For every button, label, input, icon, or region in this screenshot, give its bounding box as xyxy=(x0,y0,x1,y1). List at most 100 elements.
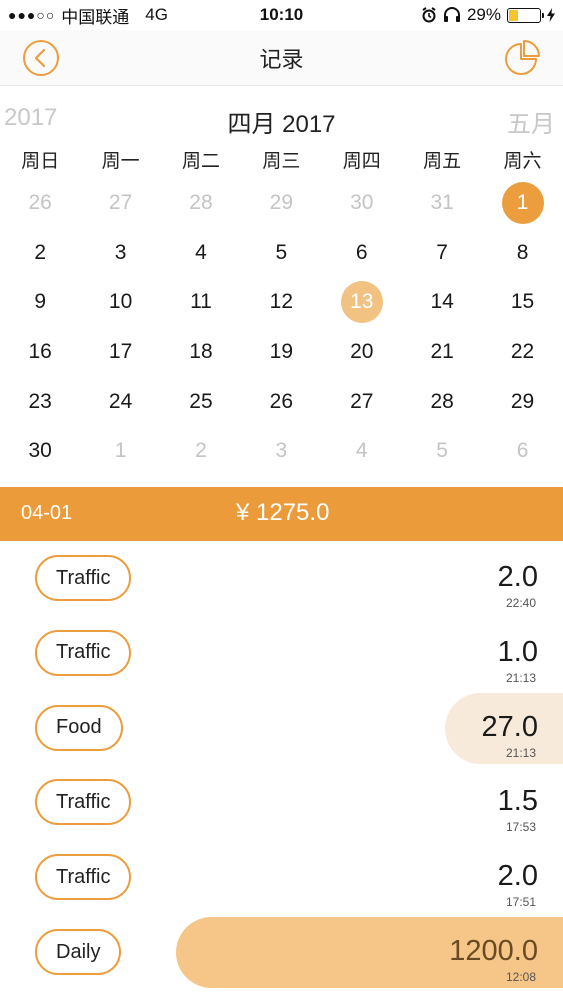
calendar-day-today[interactable]: 13 xyxy=(322,277,402,327)
category-tag[interactable]: Traffic xyxy=(35,779,132,826)
calendar-day[interactable]: 23 xyxy=(0,377,80,427)
current-month-label: 四月 2017 xyxy=(227,111,336,138)
category-tag[interactable]: Traffic xyxy=(35,555,132,601)
calendar-day[interactable]: 2 xyxy=(161,426,241,476)
category-tag[interactable]: Daily xyxy=(35,929,122,975)
calendar-day-number: 11 xyxy=(190,290,212,314)
record-item[interactable]: Traffic 1.0 21:13 xyxy=(0,616,563,691)
calendar-week-row: 2 3 4 5 6 7 8 xyxy=(0,228,563,278)
calendar-day-number: 4 xyxy=(355,439,368,463)
weekday-label: 周五 xyxy=(423,151,462,172)
status-right: 29% xyxy=(421,5,555,25)
calendar-day[interactable]: 28 xyxy=(402,377,482,427)
next-month-button[interactable]: 五月 xyxy=(507,104,555,139)
calendar-day-number: 25 xyxy=(189,389,213,413)
calendar-day[interactable]: 6 xyxy=(322,228,402,278)
calendar-day[interactable]: 21 xyxy=(402,327,482,377)
record-time: 17:53 xyxy=(505,820,536,835)
calendar-day[interactable]: 22 xyxy=(482,327,562,377)
calendar-day-number: 12 xyxy=(269,290,294,314)
calendar-day-number: 27 xyxy=(350,389,374,413)
records-list: Traffic 2.0 22:40 Traffic 1.0 21:13 Food 27.0 21… xyxy=(0,541,563,1000)
calendar-day[interactable]: 24 xyxy=(80,377,160,427)
nav-header: 记录 xyxy=(0,30,563,86)
calendar-day-number: 28 xyxy=(189,190,213,214)
calendar-day[interactable]: 26 xyxy=(241,377,321,427)
record-amount: 2.0 xyxy=(497,561,538,593)
record-item[interactable]: Traffic 2.0 17:51 xyxy=(0,840,563,915)
calendar-day-number: 26 xyxy=(28,190,52,214)
calendar-day[interactable]: 6 xyxy=(482,426,562,476)
record-item[interactable]: Daily 1200.0 12:08 xyxy=(0,915,563,990)
calendar-day[interactable]: 3 xyxy=(80,228,160,278)
calendar-day[interactable]: 30 xyxy=(322,178,402,228)
calendar-day[interactable]: 27 xyxy=(322,377,402,427)
calendar-day[interactable]: 12 xyxy=(241,277,321,327)
calendar-day[interactable]: 18 xyxy=(161,327,241,377)
category-tag[interactable]: Traffic xyxy=(35,854,132,901)
record-item[interactable]: Traffic 2.0 22:40 xyxy=(0,541,563,616)
calendar-day-number: 31 xyxy=(430,190,454,214)
calendar-week-row: 9 10 11 12 13 14 15 xyxy=(0,277,563,327)
calendar-day-number: 22 xyxy=(510,339,535,363)
calendar-day-number: 21 xyxy=(430,339,454,363)
calendar-day[interactable]: 7 xyxy=(402,228,482,278)
weekday-label: 周三 xyxy=(262,151,301,172)
calendar-day[interactable]: 31 xyxy=(402,178,482,228)
calendar-day[interactable]: 16 xyxy=(0,327,80,377)
month-navigation: 2017 四月 2017 五月 xyxy=(0,98,563,138)
calendar-grid: 26 27 28 29 30 31 1 2 3 4 5 6 7 8 9 10 11 12 13 14 15 16 17 18 1… xyxy=(0,178,563,476)
calendar-day-number: 26 xyxy=(269,389,294,413)
calendar-day[interactable]: 2 xyxy=(0,228,80,278)
alarm-icon xyxy=(422,7,436,23)
record-amount: 1.5 xyxy=(497,785,538,818)
calendar-day[interactable]: 9 xyxy=(0,277,80,327)
calendar-day-number: 19 xyxy=(269,339,294,363)
calendar-day[interactable]: 28 xyxy=(161,178,241,228)
record-item[interactable]: Traffic 1.5 17:53 xyxy=(0,765,563,840)
network-label: 4G xyxy=(145,5,168,24)
calendar-day-number: 30 xyxy=(350,190,374,214)
record-item[interactable]: Food 27.0 21:13 xyxy=(0,691,563,766)
calendar-day[interactable]: 30 xyxy=(0,426,80,476)
calendar-day[interactable]: 10 xyxy=(80,277,160,327)
calendar-day[interactable]: 5 xyxy=(241,228,321,278)
category-tag[interactable]: Food xyxy=(35,704,123,751)
calendar-day[interactable]: 8 xyxy=(482,228,562,278)
calendar-day[interactable]: 20 xyxy=(322,327,402,377)
calendar-day-selected[interactable]: 1 xyxy=(482,178,562,228)
record-amount: 1200.0 xyxy=(449,935,538,967)
prev-month-button[interactable]: 2017 xyxy=(4,104,57,132)
record-time: 21:13 xyxy=(505,745,536,760)
status-left: ●●●○○ 中国联通 4G xyxy=(8,3,168,28)
calendar-day[interactable]: 19 xyxy=(241,327,321,377)
calendar-day[interactable]: 29 xyxy=(241,178,321,228)
calendar-day[interactable]: 27 xyxy=(80,178,160,228)
calendar-day[interactable]: 3 xyxy=(241,426,321,476)
calendar-day-number: 5 xyxy=(436,439,448,463)
calendar-day[interactable]: 29 xyxy=(482,377,562,427)
calendar-day[interactable]: 26 xyxy=(0,178,80,228)
carrier-label: 中国联通 xyxy=(61,7,130,27)
calendar-day[interactable]: 17 xyxy=(80,327,160,377)
day-summary-bar: 04-01 ¥ 1275.0 xyxy=(0,487,563,541)
weekday-label: 周六 xyxy=(503,151,542,172)
calendar-day[interactable]: 4 xyxy=(322,426,402,476)
calendar-day[interactable]: 5 xyxy=(402,426,482,476)
charging-icon xyxy=(547,8,555,22)
calendar-day[interactable]: 11 xyxy=(161,277,241,327)
calendar-day[interactable]: 4 xyxy=(161,228,241,278)
summary-total: ¥ 1275.0 xyxy=(236,499,330,526)
calendar-day-number: 29 xyxy=(269,190,294,214)
calendar-day[interactable]: 14 xyxy=(402,277,482,327)
pie-chart-icon[interactable] xyxy=(501,38,541,78)
calendar-day[interactable]: 15 xyxy=(482,277,562,327)
calendar-day[interactable]: 25 xyxy=(161,377,241,427)
category-tag[interactable]: Traffic xyxy=(35,629,132,676)
weekday-label: 周一 xyxy=(101,151,140,172)
calendar-day-number: 2 xyxy=(195,439,207,463)
calendar-day-number: 6 xyxy=(355,240,368,264)
calendar-day[interactable]: 1 xyxy=(80,426,160,476)
calendar-day-number: 5 xyxy=(275,240,288,264)
calendar-day-number: 1 xyxy=(114,439,127,463)
